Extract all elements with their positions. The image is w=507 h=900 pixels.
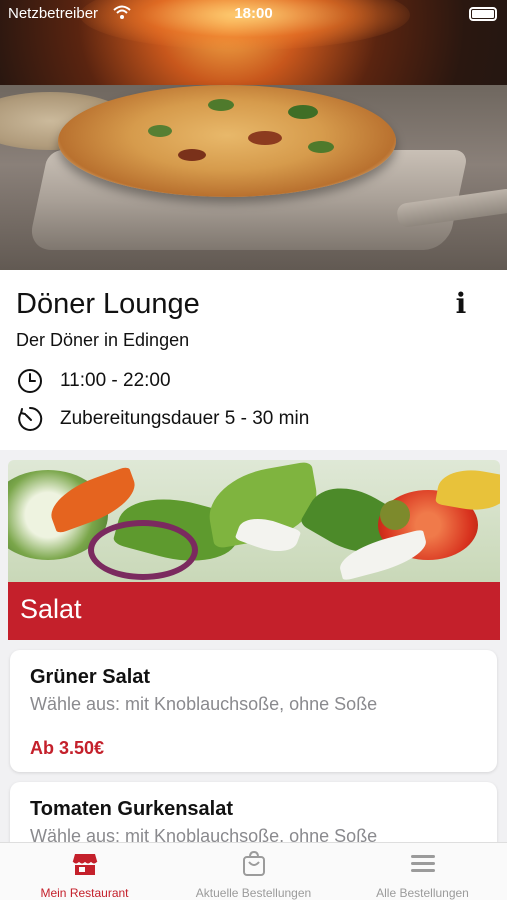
clock-time: 18:00	[234, 5, 273, 22]
preparation-time-row: Zubereitungsdauer 5 - 30 min	[16, 404, 309, 434]
preparation-time: Zubereitungsdauer 5 - 30 min	[60, 408, 310, 429]
tab-mein-restaurant[interactable]: Mein Restaurant	[0, 843, 169, 900]
tab-alle-bestellungen[interactable]: Alle Bestellungen	[338, 843, 507, 900]
salad-onion	[88, 520, 198, 580]
topping-basil	[308, 141, 334, 153]
restaurant-hero-image	[0, 0, 507, 270]
store-icon	[72, 854, 97, 875]
product-card[interactable]: Grüner Salat Wähle aus: mit Knoblauchsoß…	[10, 650, 497, 772]
category-salat[interactable]: Salat	[8, 460, 500, 640]
topping-basil	[288, 105, 318, 119]
product-price: Ab 3.50€	[30, 738, 105, 758]
tab-aktuelle-bestellungen[interactable]: Aktuelle Bestellungen	[169, 843, 338, 900]
topping-basil	[148, 125, 172, 137]
status-bar: Netzbetreiber 18:00	[0, 0, 507, 28]
tab-label: Alle Bestellungen	[376, 886, 469, 900]
topping-meat	[248, 131, 282, 145]
menu-icon	[410, 855, 435, 872]
opening-hours: 11:00 - 22:00	[60, 370, 171, 391]
timer-icon	[18, 406, 43, 431]
category-title-bar: Salat	[8, 582, 500, 640]
opening-hours-row: 11:00 - 22:00	[16, 366, 171, 396]
product-description: Wähle aus: mit Knoblauchsoße, ohne Soße	[30, 694, 378, 714]
category-image	[8, 460, 500, 582]
product-title: Tomaten Gurkensalat	[30, 798, 234, 820]
topping-basil	[208, 99, 234, 111]
tab-bar: Mein Restaurant Aktuelle Bestellungen Al…	[0, 842, 507, 900]
info-icon[interactable]: i	[453, 290, 469, 320]
product-title: Grüner Salat	[30, 666, 151, 688]
tab-label: Aktuelle Bestellungen	[195, 886, 312, 900]
category-title: Salat	[20, 594, 82, 624]
restaurant-info: Döner Lounge Der Döner in Edingen i 11:0…	[0, 270, 507, 450]
topping-meat	[178, 149, 206, 161]
restaurant-tagline: Der Döner in Edingen	[16, 330, 190, 350]
restaurant-name: Döner Lounge	[16, 288, 200, 320]
shopping-bag-icon	[242, 851, 265, 876]
clock-icon	[18, 369, 42, 393]
tab-label: Mein Restaurant	[40, 886, 129, 900]
pizza	[58, 85, 396, 197]
app-screen: Netzbetreiber 18:00 Döner Lounge Der Dön…	[0, 0, 507, 900]
salad-olive	[380, 500, 410, 530]
battery-icon	[469, 7, 497, 21]
